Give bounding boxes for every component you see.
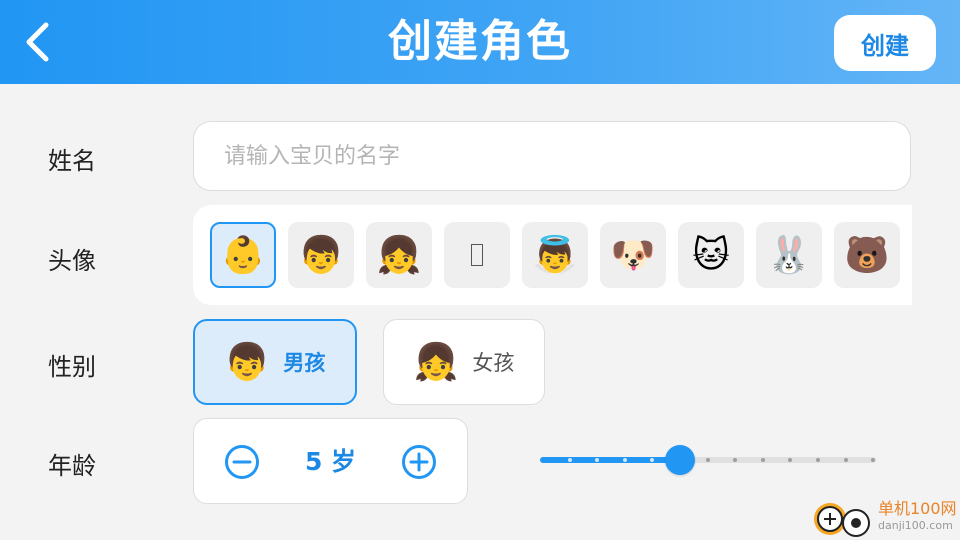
name-input[interactable]: [193, 121, 911, 191]
slider-tick: [705, 458, 710, 462]
watermark-text: 单机100网: [878, 499, 957, 518]
page-title: 创建角色: [388, 16, 572, 67]
avatar-option-rabbit[interactable]: 🐰: [756, 222, 822, 288]
watermark-logo: 单机100网 danji100.com: [812, 497, 960, 540]
app-header: 创建角色 创建: [0, 0, 960, 84]
slider-tick: [843, 458, 848, 462]
name-label: 姓名: [48, 147, 96, 175]
avatar-option-baby[interactable]: 👶: [210, 222, 276, 288]
create-button[interactable]: 创建: [834, 15, 936, 71]
boy-icon: 👦: [224, 342, 270, 383]
gender-boy-label: 男孩: [283, 351, 326, 375]
age-label: 年龄: [48, 452, 96, 480]
avatar-option-cat[interactable]: 🐱: [678, 222, 744, 288]
slider-thumb[interactable]: [665, 445, 695, 475]
slider-tick: [816, 458, 820, 462]
gender-label: 性别: [48, 353, 96, 381]
girl-icon: 👧: [413, 342, 459, 383]
gender-option-girl[interactable]: 👧 女孩: [383, 319, 545, 405]
slider-fill: [540, 457, 680, 463]
avatar-option-bear[interactable]: 🐻: [834, 222, 900, 288]
avatar-option-boy[interactable]: 👦: [288, 222, 354, 288]
gender-girl-label: 女孩: [472, 351, 515, 375]
missing-glyph-icon: [471, 244, 483, 266]
slider-tick: [622, 458, 627, 462]
avatar-option-dog[interactable]: 🐶: [600, 222, 666, 288]
watermark-url: danji100.com: [878, 519, 953, 532]
plus-circle-icon[interactable]: [401, 444, 437, 480]
avatar-option-missing-glyph[interactable]: [444, 222, 510, 288]
age-slider[interactable]: [540, 440, 876, 480]
avatar-picker[interactable]: 👶 👦 👧 👼 🐶 🐱 🐰 🐻: [193, 205, 912, 305]
avatar-option-girl[interactable]: 👧: [366, 222, 432, 288]
slider-tick: [567, 458, 572, 462]
gender-option-boy[interactable]: 👦 男孩: [193, 319, 357, 405]
logo-icon: [814, 503, 870, 537]
avatar-label: 头像: [48, 247, 96, 275]
age-stepper: 5 岁: [193, 418, 468, 504]
slider-tick: [760, 458, 765, 462]
avatar-option-angel[interactable]: 👼: [522, 222, 588, 288]
